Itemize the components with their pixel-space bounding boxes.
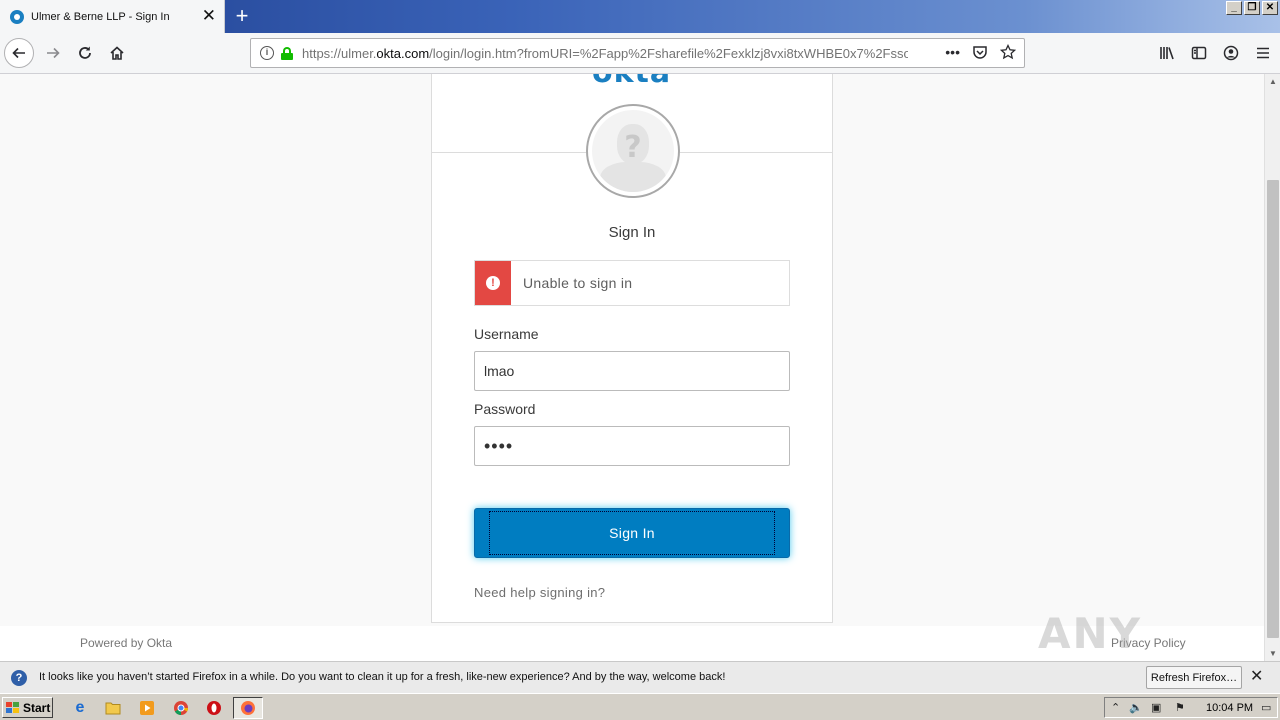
error-exclamation-icon: !	[486, 276, 500, 290]
signin-heading: Sign In	[608, 224, 656, 241]
clock[interactable]: 10:04 PM	[1206, 702, 1253, 714]
opera-icon[interactable]	[204, 698, 224, 718]
firefox-icon	[241, 701, 255, 715]
password-input[interactable]	[474, 426, 790, 466]
need-help-link[interactable]: Need help signing in?	[474, 585, 605, 600]
action-center-flag-icon[interactable]: ⚑	[1175, 701, 1185, 714]
question-mark-icon: ?	[624, 130, 642, 165]
restore-button[interactable]: ❐	[1244, 1, 1260, 15]
start-label: Start	[23, 700, 51, 715]
show-desktop-icon[interactable]: ▭	[1261, 701, 1271, 714]
chrome-icon[interactable]	[171, 698, 191, 718]
help-question-icon: ?	[11, 670, 27, 686]
start-button[interactable]: Start	[2, 697, 53, 718]
signin-button[interactable]: Sign In	[474, 508, 790, 558]
home-button[interactable]	[102, 38, 132, 68]
page-content: okta ? Sign In ! Unable to sign in Usern…	[0, 74, 1264, 661]
firefox-taskbar-button[interactable]	[233, 697, 263, 719]
refresh-firefox-button[interactable]: Refresh Firefox…	[1146, 666, 1242, 689]
anyrun-watermark: ANY RUN	[1038, 609, 1144, 661]
new-tab-button[interactable]: +	[231, 3, 253, 29]
scroll-up-arrow-icon[interactable]: ▲	[1265, 74, 1280, 89]
vertical-scrollbar[interactable]: ▲ ▼	[1264, 74, 1280, 661]
okta-favicon-icon	[10, 9, 24, 24]
tab-title: Ulmer & Berne LLP - Sign In	[31, 10, 170, 23]
library-icon[interactable]	[1156, 38, 1178, 68]
account-icon[interactable]	[1220, 38, 1242, 68]
system-tray: ⌃ 🔈 ▣ ⚑ 10:04 PM ▭	[1104, 697, 1278, 718]
signin-button-label: Sign In	[609, 525, 655, 541]
error-message: Unable to sign in	[523, 275, 633, 291]
pocket-icon[interactable]	[972, 44, 988, 60]
signin-card: okta ? Sign In ! Unable to sign in Usern…	[431, 74, 833, 623]
menu-hamburger-icon[interactable]	[1252, 38, 1274, 68]
minimize-button[interactable]: _	[1226, 1, 1242, 15]
volume-icon[interactable]: 🔈	[1129, 701, 1143, 714]
url-text[interactable]: https://ulmer.okta.com/login/login.htm?f…	[302, 46, 908, 61]
url-bar[interactable]: i https://ulmer.okta.com/login/login.htm…	[250, 38, 1025, 68]
back-button[interactable]	[4, 38, 34, 68]
close-window-button[interactable]: ✕	[1262, 1, 1278, 15]
powered-by-okta: Powered by Okta	[80, 636, 173, 650]
windows-taskbar: Start e ⌃ 🔈 ▣ ⚑ 10:04 PM ▭	[0, 693, 1280, 720]
windows-flag-icon	[6, 701, 20, 714]
scroll-down-arrow-icon[interactable]: ▼	[1265, 646, 1280, 661]
site-info-icon[interactable]: i	[260, 46, 274, 60]
show-hidden-icons-icon[interactable]: ⌃	[1111, 701, 1120, 714]
sidebar-icon[interactable]	[1188, 38, 1210, 68]
reload-button[interactable]	[70, 38, 100, 68]
okta-logo: okta	[592, 74, 671, 90]
internet-explorer-icon[interactable]: e	[70, 698, 90, 718]
lock-icon[interactable]	[281, 46, 293, 60]
user-avatar: ?	[586, 104, 680, 198]
browser-titlebar: Ulmer & Berne LLP - Sign In ✕ + _ ❐ ✕	[0, 0, 1280, 33]
username-label: Username	[474, 326, 539, 342]
username-input[interactable]	[474, 351, 790, 391]
arrow-right-icon	[47, 47, 60, 59]
notification-message: It looks like you haven’t started Firefo…	[39, 671, 726, 683]
tab-close-icon[interactable]: ✕	[202, 7, 216, 24]
media-player-icon[interactable]	[137, 698, 157, 718]
arrow-left-icon	[12, 47, 25, 59]
navigation-toolbar: i https://ulmer.okta.com/login/login.htm…	[0, 33, 1280, 74]
scroll-thumb[interactable]	[1267, 180, 1279, 638]
reload-icon	[79, 46, 91, 59]
home-icon	[110, 46, 124, 60]
firefox-notification-bar: ? It looks like you haven’t started Fire…	[0, 661, 1280, 693]
bookmark-star-icon[interactable]	[1000, 44, 1016, 60]
folder-icon[interactable]	[103, 698, 123, 718]
page-actions-icon[interactable]: •••	[945, 44, 960, 60]
network-icon[interactable]: ▣	[1151, 701, 1161, 714]
forward-button[interactable]	[38, 38, 68, 68]
notification-close-icon[interactable]: ✕	[1250, 668, 1263, 686]
window-controls: _ ❐ ✕	[1226, 1, 1278, 15]
password-label: Password	[474, 401, 536, 417]
error-alert: ! Unable to sign in	[474, 260, 790, 306]
browser-tab-active[interactable]: Ulmer & Berne LLP - Sign In ✕	[0, 0, 225, 33]
